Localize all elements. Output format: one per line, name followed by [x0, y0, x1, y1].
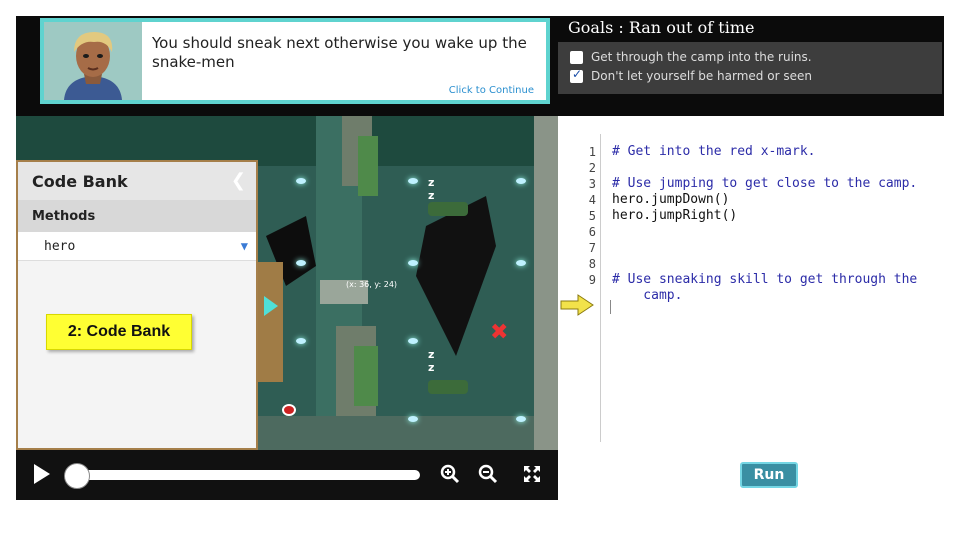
chevron-down-icon[interactable]: ▼	[241, 239, 248, 253]
playback-bar	[16, 450, 558, 500]
line-number: 1	[588, 145, 596, 159]
text-cursor	[610, 300, 611, 314]
code-text[interactable]: hero.jumpDown()	[612, 192, 729, 208]
line-number: 8	[588, 257, 596, 271]
code-editor[interactable]: 1 # Get into the red x-mark. 2 3 # Use jumpi…	[558, 116, 944, 500]
dialog-box[interactable]: You should sneak next otherwise you wake…	[40, 18, 550, 104]
goal-label: Don't let yourself be harmed or seen	[591, 69, 812, 83]
hero-dropdown-label: hero	[44, 238, 76, 254]
code-line[interactable]: 5 hero.jumpRight()	[558, 208, 944, 224]
goal-item: ✓ Don't let yourself be harmed or seen	[570, 66, 812, 83]
fullscreen-icon[interactable]	[522, 464, 542, 489]
chevron-left-icon[interactable]: ❮	[231, 170, 246, 191]
code-line[interactable]: 4 hero.jumpDown()	[558, 192, 944, 208]
line-number: 4	[588, 193, 596, 207]
code-bank-header: Code Bank ❮	[18, 162, 256, 200]
line-number: 5	[588, 209, 596, 223]
code-line[interactable]: 7	[558, 240, 944, 256]
goal-label: Get through the camp into the ruins.	[591, 50, 812, 64]
code-line[interactable]: 3 # Use jumping to get close to the camp.	[558, 176, 944, 192]
light-dot	[408, 178, 418, 184]
play-icon[interactable]	[34, 464, 50, 484]
code-text[interactable]: # Use sneaking skill to get through the	[612, 272, 917, 288]
goal-checkbox-checked: ✓	[570, 66, 583, 83]
stone-wall	[534, 116, 558, 450]
line-number: 2	[588, 161, 596, 175]
panel-tab[interactable]	[257, 262, 283, 382]
goal-item: Get through the camp into the ruins.	[570, 50, 812, 64]
zoom-in-icon[interactable]	[440, 464, 460, 489]
code-bank-title: Code Bank	[32, 171, 128, 191]
code-bank-panel: Code Bank ❮ Methods hero ▼ 2: Code Bank	[16, 160, 258, 450]
dialog-message: You should sneak next otherwise you wake…	[152, 34, 527, 71]
light-dot	[516, 416, 526, 422]
light-dot	[408, 416, 418, 422]
methods-heading: Methods	[18, 200, 256, 232]
code-text[interactable]: camp.	[612, 288, 682, 304]
line-number: 9	[588, 273, 596, 287]
scrub-handle[interactable]	[64, 463, 90, 489]
game-frame: You should sneak next otherwise you wake…	[16, 16, 944, 500]
expand-triangle-icon[interactable]	[264, 296, 278, 316]
character-avatar	[44, 22, 142, 100]
code-line[interactable]: 1 # Get into the red x-mark.	[558, 144, 944, 160]
goals-panel: Get through the camp into the ruins. ✓ D…	[558, 42, 942, 94]
light-dot	[408, 338, 418, 344]
sleep-indicator: zz	[428, 176, 435, 202]
scrub-track[interactable]	[74, 470, 420, 480]
code-line[interactable]: 9 # Use sneaking skill to get through the	[558, 272, 944, 288]
pointer-arrow-icon	[560, 294, 594, 316]
code-text[interactable]: # Use jumping to get close to the camp.	[612, 176, 917, 192]
code-line[interactable]: 8	[558, 256, 944, 272]
code-text[interactable]: hero.jumpRight()	[612, 208, 737, 224]
red-x-mark-icon: ✖	[490, 320, 509, 345]
light-dot	[408, 260, 418, 266]
code-line[interactable]: camp.	[558, 288, 944, 304]
code-line[interactable]: 2	[558, 160, 944, 176]
line-number: 7	[588, 241, 596, 255]
hero-dropdown[interactable]: hero ▼	[18, 232, 256, 261]
coordinate-readout: (x: 36, y: 24)	[346, 280, 398, 289]
click-to-continue-link[interactable]: Click to Continue	[449, 85, 534, 96]
code-line[interactable]: 6	[558, 224, 944, 240]
light-dot	[296, 338, 306, 344]
sleep-indicator: zz	[428, 348, 435, 374]
line-number: 3	[588, 177, 596, 191]
annotation-callout: 2: Code Bank	[46, 314, 192, 350]
red-marker	[282, 404, 296, 416]
light-dot	[296, 178, 306, 184]
light-dot	[516, 178, 526, 184]
code-text[interactable]: # Get into the red x-mark.	[612, 144, 816, 160]
run-button[interactable]: Run	[740, 462, 798, 488]
check-icon: ✓	[572, 66, 583, 81]
light-dot	[516, 260, 526, 266]
goal-checkbox-unchecked	[570, 50, 583, 64]
goals-title: Goals : Ran out of time	[568, 18, 755, 37]
light-dot	[296, 260, 306, 266]
zoom-out-icon[interactable]	[478, 464, 498, 489]
line-number: 6	[588, 225, 596, 239]
